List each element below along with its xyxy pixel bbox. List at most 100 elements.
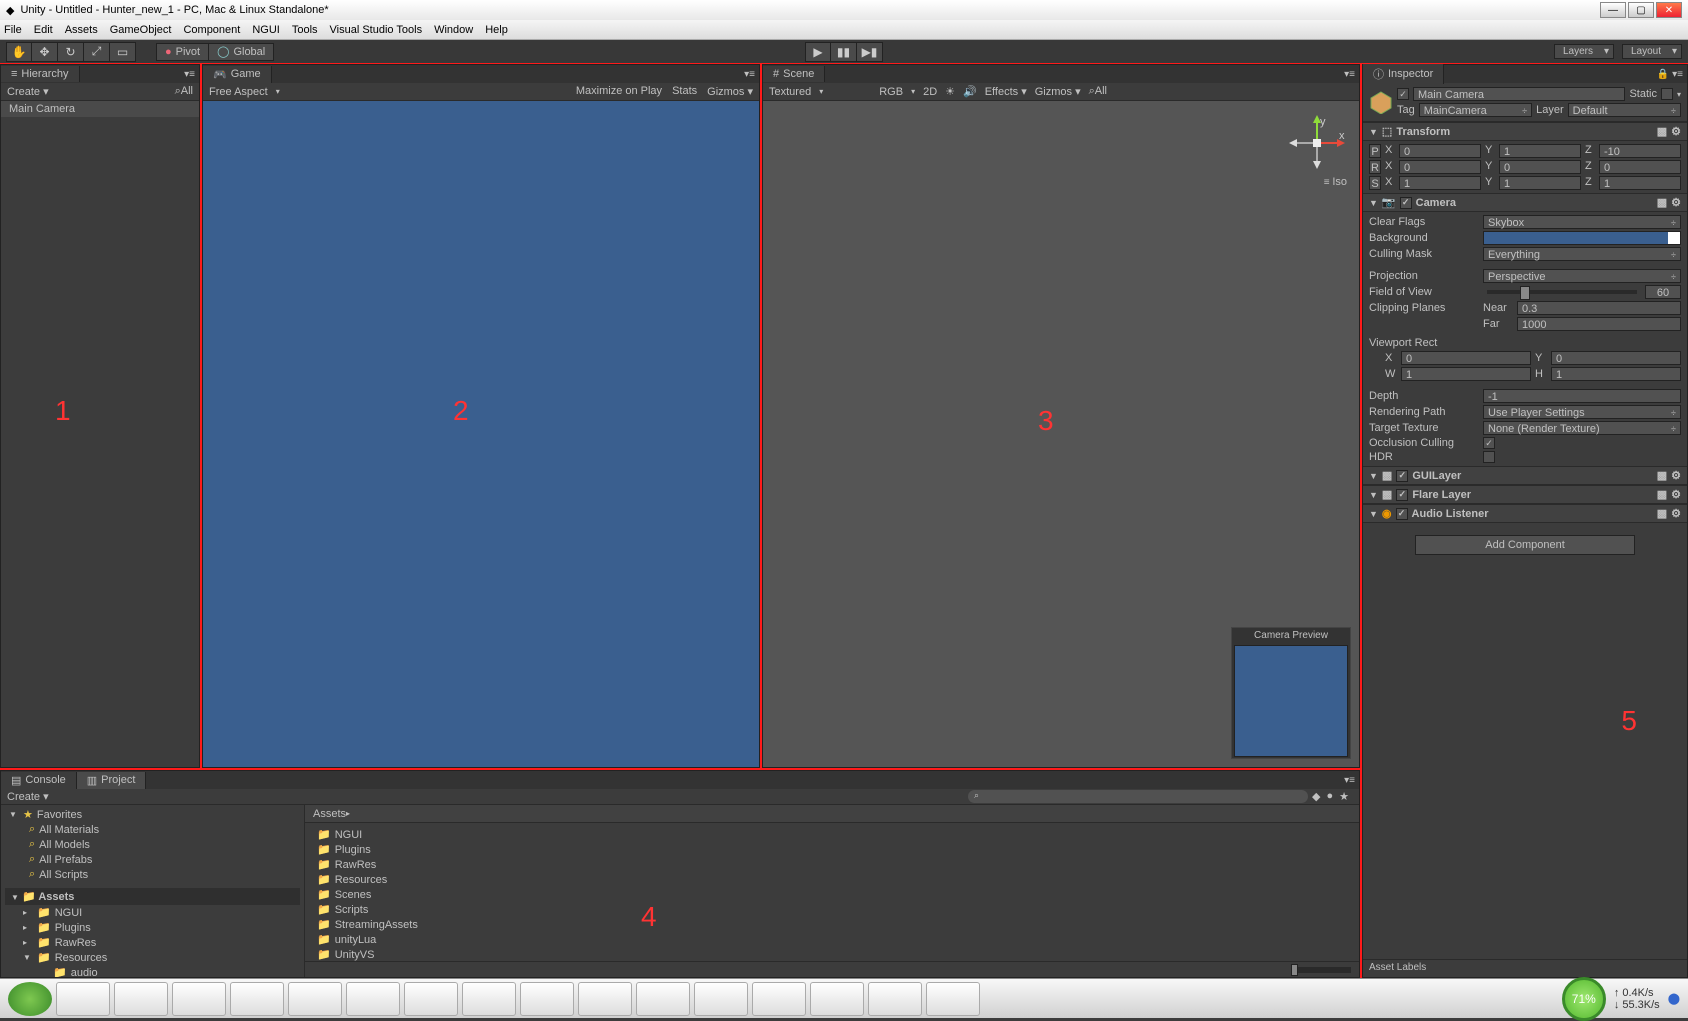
transform-component-header[interactable]: ▼ ⬚ Transform ▩⚙: [1363, 122, 1687, 141]
orientation-gizmo[interactable]: y x ≡ Iso: [1287, 113, 1347, 173]
audio-enabled-checkbox[interactable]: ✓: [1396, 508, 1408, 520]
filter-asset-icon[interactable]: ◆: [1312, 790, 1320, 803]
foldout-icon[interactable]: ▼: [1369, 471, 1378, 481]
gameobject-icon[interactable]: [1369, 90, 1393, 114]
gizmos-dropdown[interactable]: Gizmos ▾: [707, 85, 753, 98]
menu-window[interactable]: Window: [434, 24, 473, 36]
scene-tab[interactable]: #Scene: [763, 66, 825, 82]
task-item[interactable]: [114, 982, 168, 1016]
clear-flags-dropdown[interactable]: Skybox: [1483, 215, 1681, 229]
gear-icon[interactable]: ⚙: [1671, 469, 1681, 482]
task-item[interactable]: [230, 982, 284, 1016]
project-breadcrumb[interactable]: Assets ▸: [305, 805, 1359, 823]
favorites-header[interactable]: ▼★Favorites: [5, 807, 300, 822]
fav-all-materials[interactable]: ⌕All Materials: [5, 822, 300, 837]
background-color-field[interactable]: [1483, 231, 1681, 245]
aspect-dropdown[interactable]: Free Aspect: [209, 86, 268, 98]
camera-component-header[interactable]: ▼ 📷 ✓ Camera ▩⚙: [1363, 193, 1687, 212]
maximize-button[interactable]: ▢: [1628, 2, 1654, 18]
culling-mask-dropdown[interactable]: Everything: [1483, 247, 1681, 261]
maximize-on-play-toggle[interactable]: Maximize on Play: [576, 85, 662, 98]
tag-dropdown[interactable]: MainCamera: [1419, 103, 1532, 117]
far-field[interactable]: 1000: [1517, 317, 1681, 331]
folder-plugins[interactable]: 📁Plugins: [313, 842, 1351, 857]
menu-ngui[interactable]: NGUI: [252, 24, 280, 36]
create-dropdown[interactable]: Create ▾: [7, 85, 49, 98]
pause-button[interactable]: ▮▮: [831, 42, 857, 62]
iso-label[interactable]: ≡ Iso: [1287, 176, 1347, 188]
help-icon[interactable]: ▩: [1657, 196, 1667, 209]
panel-options-icon[interactable]: ▾≡: [1340, 775, 1359, 786]
layer-dropdown[interactable]: Default: [1568, 103, 1681, 117]
fav-all-scripts[interactable]: ⌕All Scripts: [5, 867, 300, 882]
flarelayer-component-header[interactable]: ▼▩✓Flare Layer▩⚙: [1363, 485, 1687, 504]
hand-tool-button[interactable]: ✋: [6, 42, 32, 62]
task-item[interactable]: [926, 982, 980, 1016]
project-create-dropdown[interactable]: Create ▾: [7, 790, 49, 803]
task-item[interactable]: [578, 982, 632, 1016]
menu-gameobject[interactable]: GameObject: [110, 24, 172, 36]
step-button[interactable]: ▶▮: [857, 42, 883, 62]
move-tool-button[interactable]: ✥: [32, 42, 58, 62]
help-icon[interactable]: ▩: [1657, 507, 1667, 520]
task-item[interactable]: [520, 982, 574, 1016]
folder-ngui[interactable]: 📁NGUI: [313, 827, 1351, 842]
filter-type-icon[interactable]: ●: [1326, 790, 1333, 803]
folder-scenes[interactable]: 📁Scenes: [313, 887, 1351, 902]
foldout-icon[interactable]: ▼: [1369, 127, 1378, 137]
active-checkbox[interactable]: ✓: [1397, 88, 1409, 100]
guilayer-component-header[interactable]: ▼▩✓GUILayer▩⚙: [1363, 466, 1687, 485]
inspector-tab[interactable]: ⓘInspector: [1363, 64, 1444, 84]
rot-y-field[interactable]: 0: [1499, 160, 1581, 174]
gear-icon[interactable]: ⚙: [1671, 125, 1681, 138]
flare-enabled-checkbox[interactable]: ✓: [1396, 489, 1408, 501]
rendering-path-dropdown[interactable]: Use Player Settings: [1483, 405, 1681, 419]
menu-edit[interactable]: Edit: [34, 24, 53, 36]
foldout-icon[interactable]: ▼: [1369, 490, 1378, 500]
rotate-tool-button[interactable]: ↻: [58, 42, 84, 62]
vp-h-field[interactable]: 1: [1551, 367, 1681, 381]
camera-enabled-checkbox[interactable]: ✓: [1400, 197, 1412, 209]
static-checkbox[interactable]: [1661, 88, 1673, 100]
foldout-icon[interactable]: ▼: [1369, 198, 1378, 208]
game-tab[interactable]: 🎮Game: [203, 66, 272, 83]
vp-x-field[interactable]: 0: [1401, 351, 1531, 365]
rect-tool-button[interactable]: ▭: [110, 42, 136, 62]
tree-resources[interactable]: ▼📁Resources: [5, 950, 300, 965]
thumbnail-size-slider[interactable]: [1291, 967, 1351, 973]
help-icon[interactable]: ▩: [1657, 488, 1667, 501]
stats-toggle[interactable]: Stats: [672, 85, 697, 98]
audio-toggle-icon[interactable]: 🔊: [963, 85, 977, 98]
hierarchy-search[interactable]: ⌕All: [175, 85, 193, 98]
assets-root[interactable]: ▼ 📁 Assets: [5, 888, 300, 905]
rot-x-field[interactable]: 0: [1399, 160, 1481, 174]
hdr-checkbox[interactable]: [1483, 451, 1495, 463]
foldout-icon[interactable]: ▼: [1369, 509, 1378, 519]
static-dropdown-icon[interactable]: ▾: [1677, 90, 1681, 99]
task-item[interactable]: [810, 982, 864, 1016]
projection-dropdown[interactable]: Perspective: [1483, 269, 1681, 283]
light-toggle-icon[interactable]: ☀: [945, 85, 955, 98]
tree-rawres[interactable]: ▸📁RawRes: [5, 935, 300, 950]
folder-unityvs[interactable]: 📁UnityVS: [313, 947, 1351, 962]
menu-help[interactable]: Help: [485, 24, 508, 36]
scale-y-field[interactable]: 1: [1499, 176, 1581, 190]
panel-options-icon[interactable]: 🔒 ▾≡: [1653, 69, 1687, 80]
target-texture-field[interactable]: None (Render Texture): [1483, 421, 1681, 435]
folder-rawres[interactable]: 📁RawRes: [313, 857, 1351, 872]
menu-file[interactable]: File: [4, 24, 22, 36]
tree-ngui[interactable]: ▸📁NGUI: [5, 905, 300, 920]
pos-z-field[interactable]: -10: [1599, 144, 1681, 158]
hierarchy-tab[interactable]: ≡Hierarchy: [1, 66, 80, 82]
gizmos-dropdown[interactable]: Gizmos ▾: [1035, 85, 1081, 98]
panel-options-icon[interactable]: ▾≡: [180, 69, 199, 80]
scale-z-field[interactable]: 1: [1599, 176, 1681, 190]
rgb-dropdown[interactable]: RGB: [879, 86, 903, 98]
task-item[interactable]: [172, 982, 226, 1016]
play-button[interactable]: ▶: [805, 42, 831, 62]
audiolistener-component-header[interactable]: ▼◉✓Audio Listener▩⚙: [1363, 504, 1687, 523]
scene-view[interactable]: y x ≡ Iso Camera Preview: [763, 101, 1359, 767]
close-button[interactable]: ✕: [1656, 2, 1682, 18]
vp-y-field[interactable]: 0: [1551, 351, 1681, 365]
task-item[interactable]: [868, 982, 922, 1016]
